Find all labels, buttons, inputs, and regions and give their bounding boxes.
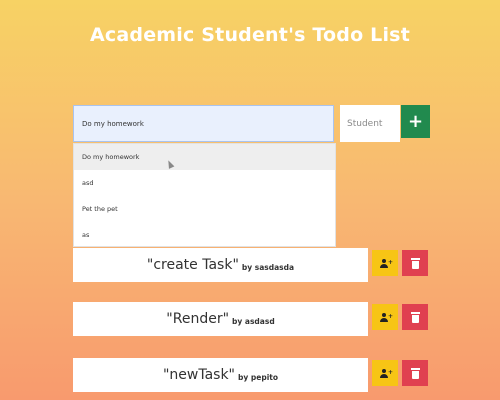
task-author: by sasdasda	[241, 262, 295, 272]
assign-student-button[interactable]: +	[372, 304, 398, 330]
delete-task-button[interactable]	[402, 360, 428, 386]
student-input[interactable]: Student	[340, 105, 400, 142]
task-author: by pepito	[238, 372, 279, 382]
suggestion-item[interactable]: asd	[74, 170, 335, 196]
task-name: "Render"	[166, 311, 230, 327]
delete-task-button[interactable]	[402, 250, 428, 276]
user-plus-icon: +	[379, 258, 393, 268]
task-row: "Render" by asdasd +	[73, 302, 430, 336]
suggestion-item[interactable]: as	[74, 222, 335, 248]
task-card: "newTask" by pepito	[73, 358, 368, 392]
delete-task-button[interactable]	[402, 304, 428, 330]
plus-icon: +	[407, 110, 424, 132]
task-name: "create Task"	[146, 257, 239, 273]
trash-icon	[410, 367, 420, 379]
task-name: "newTask"	[162, 367, 235, 383]
trash-icon	[410, 257, 420, 269]
task-input[interactable]	[73, 105, 334, 142]
assign-student-button[interactable]: +	[372, 250, 398, 276]
add-task-button[interactable]: +	[401, 105, 430, 138]
task-author: by asdasd	[232, 316, 275, 326]
autocomplete-dropdown: Do my homework asd Pet the pet as	[73, 143, 336, 247]
suggestion-item[interactable]: Pet the pet	[74, 196, 335, 222]
user-plus-icon: +	[379, 368, 393, 378]
task-row: "newTask" by pepito +	[73, 358, 430, 392]
page-title: Academic Student's Todo List	[90, 24, 410, 46]
trash-icon	[410, 311, 420, 323]
task-row: "create Task" by sasdasda +	[73, 248, 430, 282]
assign-student-button[interactable]: +	[372, 360, 398, 386]
task-card: "Render" by asdasd	[73, 302, 368, 336]
user-plus-icon: +	[379, 312, 393, 322]
suggestion-item[interactable]: Do my homework	[74, 144, 335, 170]
task-card: "create Task" by sasdasda	[73, 248, 368, 282]
